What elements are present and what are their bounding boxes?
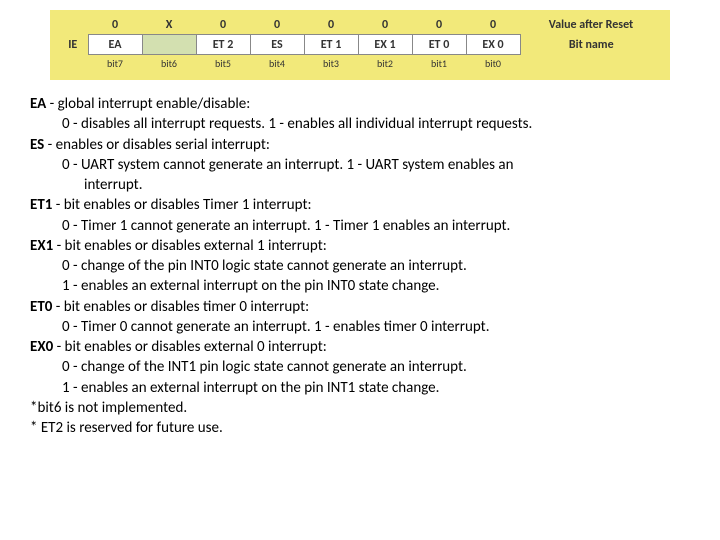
et0-tail: - bit enables or disables timer 0 interr… [52,298,309,316]
ea-header: EA - global interrupt enable/disable: [30,94,690,114]
reset-val-6: X [142,16,196,35]
es-term: ES [30,136,44,154]
reset-val-4: 0 [250,16,304,35]
bit-name-5: ET 2 [196,35,250,55]
ex0-tail: - bit enables or disables external 0 int… [53,338,327,356]
et0-detail: 0 - Timer 0 cannot generate an interrupt… [30,317,690,337]
bit-name-1: ET 0 [412,35,466,55]
bit-number-row: bit7 bit6 bit5 bit4 bit3 bit2 bit1 bit0 [58,55,662,73]
es-header: ES - enables or disables serial interrup… [30,135,690,155]
value-after-reset-label: Value after Reset [520,16,662,35]
et1-detail: 0 - Timer 1 cannot generate an interrupt… [30,216,690,236]
bit-name-label: Bit name [520,35,662,55]
et0-header: ET0 - bit enables or disables timer 0 in… [30,297,690,317]
ea-term: EA [30,95,46,113]
bitnum-3: bit3 [304,55,358,73]
ex1-tail: - bit enables or disables external 1 int… [53,237,327,255]
bitnum-2: bit2 [358,55,412,73]
ex1-detail-1: 0 - change of the pin INT0 logic state c… [30,256,690,276]
bit-name-4: ES [250,35,304,55]
register-table: 0 X 0 0 0 0 0 0 Value after Reset IE EA … [58,16,662,72]
bitnum-4: bit4 [250,55,304,73]
reset-val-3: 0 [304,16,358,35]
bit-name-row: IE EA ET 2 ES ET 1 EX 1 ET 0 EX 0 Bit na… [58,35,662,55]
bitnum-6: bit6 [142,55,196,73]
reset-value-row: 0 X 0 0 0 0 0 0 Value after Reset [58,16,662,35]
bit-name-7: EA [88,35,142,55]
ex1-header: EX1 - bit enables or disables external 1… [30,236,690,256]
reset-val-2: 0 [358,16,412,35]
reset-val-0: 0 [466,16,520,35]
ex0-detail-2: 1 - enables an external interrupt on the… [30,378,690,398]
bit-name-3: ET 1 [304,35,358,55]
et1-header: ET1 - bit enables or disables Timer 1 in… [30,195,690,215]
bitnum-0: bit0 [466,55,520,73]
reset-val-1: 0 [412,16,466,35]
bitnum-5: bit5 [196,55,250,73]
register-diagram: 0 X 0 0 0 0 0 0 Value after Reset IE EA … [50,10,670,80]
description-list: EA - global interrupt enable/disable: 0 … [30,94,690,438]
es-detail-2: interrupt. [30,175,690,195]
ea-tail: - global interrupt enable/disable: [46,95,250,113]
note-et2: * ET2 is reserved for future use. [30,418,690,438]
ex0-header: EX0 - bit enables or disables external 0… [30,337,690,357]
ea-detail: 0 - disables all interrupt requests. 1 -… [30,114,690,134]
es-detail-1: 0 - UART system cannot generate an inter… [30,155,690,175]
bitnum-1: bit1 [412,55,466,73]
note-bit6: *bit6 is not implemented. [30,398,690,418]
et1-term: ET1 [30,196,52,214]
ex0-term: EX0 [30,338,53,356]
bit-name-2: EX 1 [358,35,412,55]
bitnum-7: bit7 [88,55,142,73]
ex1-detail-2: 1 - enables an external interrupt on the… [30,276,690,296]
es-tail: - enables or disables serial interrupt: [44,136,270,154]
ex1-term: EX1 [30,237,53,255]
et1-tail: - bit enables or disables Timer 1 interr… [52,196,311,214]
ex0-detail-1: 0 - change of the INT1 pin logic state c… [30,357,690,377]
register-name: IE [58,35,88,55]
reset-val-7: 0 [88,16,142,35]
reset-val-5: 0 [196,16,250,35]
bit-name-0: EX 0 [466,35,520,55]
et0-term: ET0 [30,298,52,316]
bit-name-6 [142,35,196,55]
